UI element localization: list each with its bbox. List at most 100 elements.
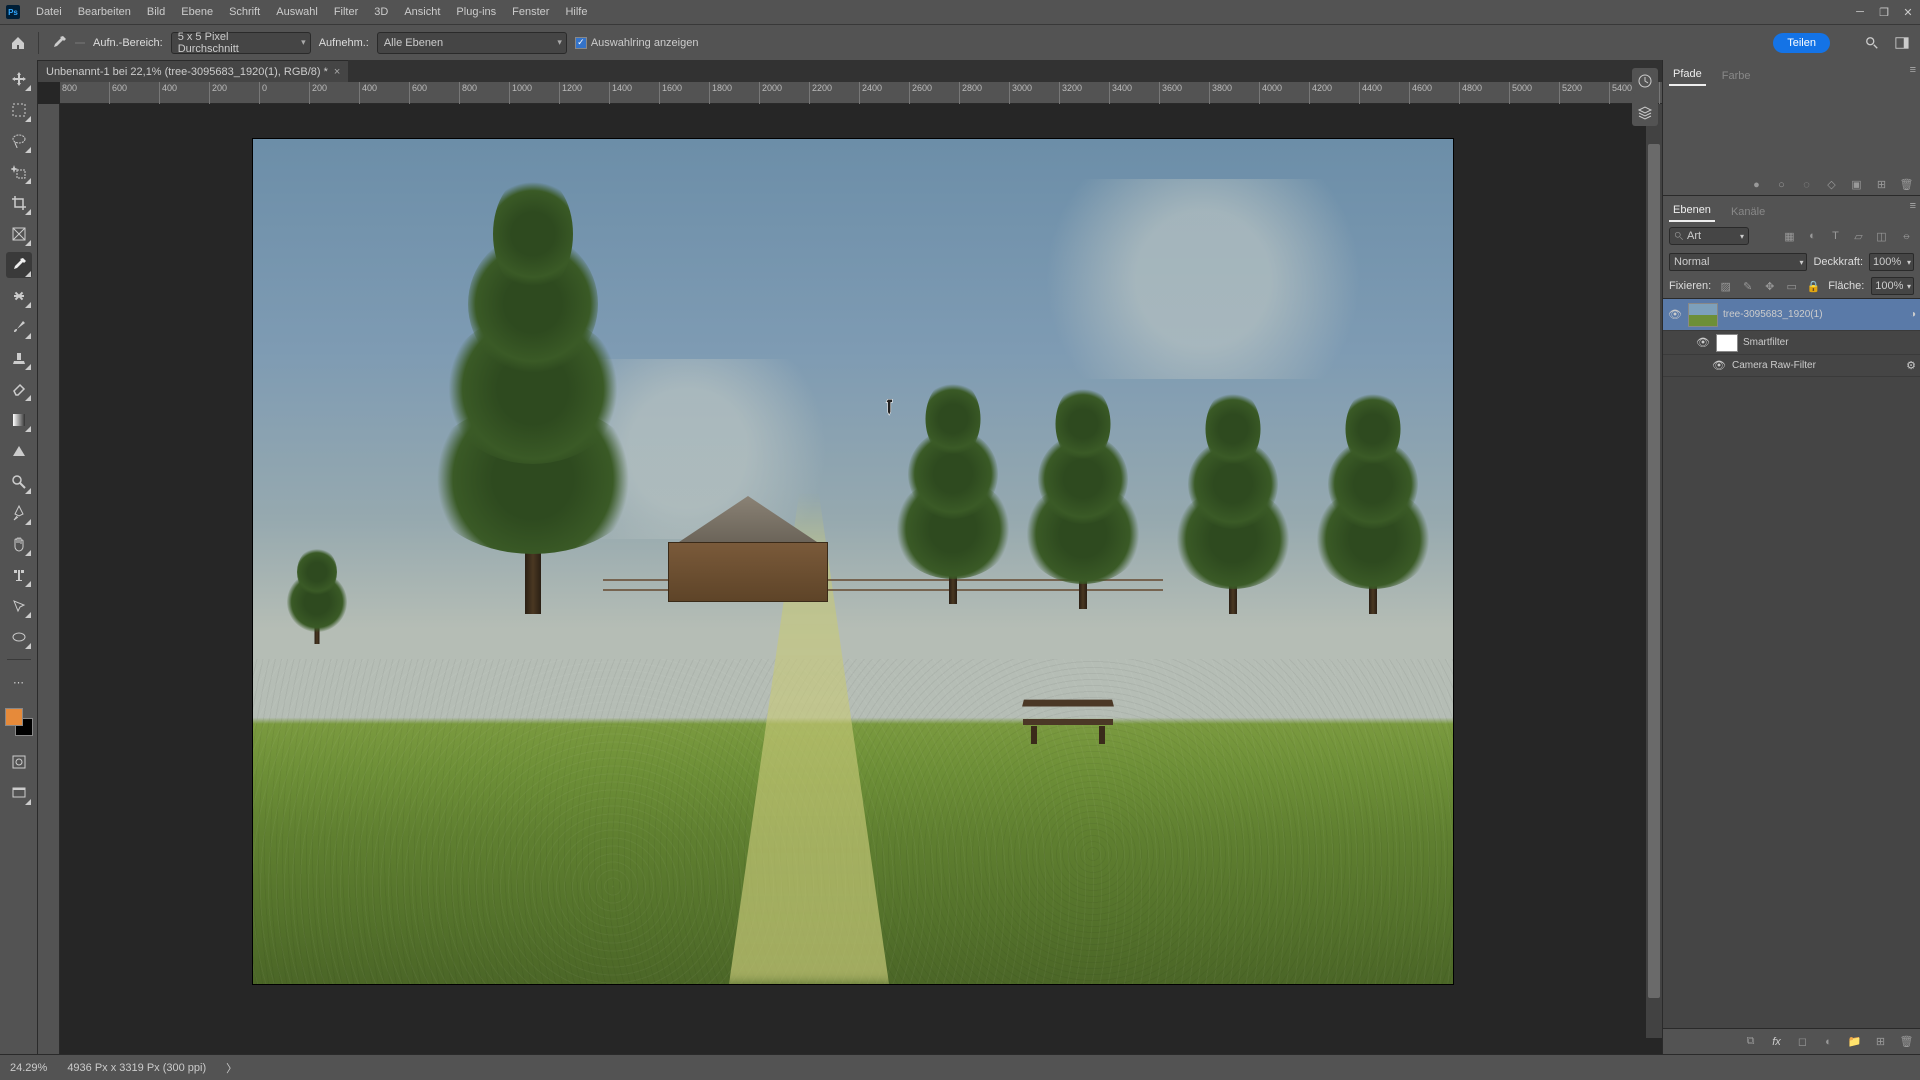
vertical-scrollbar[interactable] [1646,104,1662,1038]
color-swatches[interactable] [5,708,33,736]
status-arrow-icon[interactable]: 〉 [226,1060,237,1076]
menu-hilfe[interactable]: Hilfe [557,0,595,24]
menu-filter[interactable]: Filter [326,0,366,24]
frame-tool[interactable] [6,221,32,247]
share-button[interactable]: Teilen [1773,33,1830,53]
zoom-level[interactable]: 24.29% [10,1062,47,1074]
smartfilter-visibility-icon[interactable]: 👁 [1695,336,1711,349]
lock-artboard-icon[interactable]: ▭ [1784,279,1799,294]
vertical-ruler[interactable] [38,104,60,1054]
home-button[interactable] [6,31,30,55]
type-tool[interactable] [6,562,32,588]
menu-plugins[interactable]: Plug-ins [448,0,504,24]
canvas-viewport[interactable] [60,104,1646,1038]
ebenen-tab[interactable]: Ebenen [1669,200,1715,222]
lock-transparent-icon[interactable]: ▨ [1718,279,1733,294]
kanale-tab[interactable]: Kanäle [1727,202,1769,222]
layer-group-icon[interactable]: 📁 [1847,1034,1862,1049]
document-info[interactable]: 4936 Px x 3319 Px (300 ppi) [67,1062,206,1074]
farbe-tab[interactable]: Farbe [1718,66,1755,86]
filter-adjustment-icon[interactable]: ◐ [1805,229,1820,244]
quick-selection-tool[interactable] [6,159,32,185]
layer-visibility-icon[interactable]: 👁 [1667,308,1683,321]
libraries-panel-icon[interactable] [1632,100,1658,126]
filter-visibility-icon[interactable]: 👁 [1711,359,1727,372]
close-tab-icon[interactable]: × [334,66,340,78]
document-tab[interactable]: Unbenannt-1 bei 22,1% (tree-3095683_1920… [38,60,348,82]
layer-name[interactable]: tree-3095683_1920(1) [1723,309,1823,320]
lock-position-icon[interactable]: ✥ [1762,279,1777,294]
menu-datei[interactable]: Datei [28,0,70,24]
layer-filter-dropdown[interactable]: Art ▾ [1669,227,1749,245]
filter-pixel-icon[interactable]: ▦ [1782,229,1797,244]
filter-toggle-icon[interactable]: ⦵ [1899,229,1914,244]
lock-image-icon[interactable]: ✎ [1740,279,1755,294]
stroke-path-icon[interactable]: ○ [1774,177,1789,192]
marquee-tool[interactable] [6,97,32,123]
edit-toolbar[interactable]: ⋯ [6,669,32,695]
workspace-button[interactable] [1890,31,1914,55]
eyedropper-tool-icon[interactable] [47,31,71,55]
layer-thumbnail[interactable] [1688,303,1718,327]
quick-mask-mode[interactable] [6,749,32,775]
menu-bild[interactable]: Bild [139,0,173,24]
add-mask-icon[interactable]: ▣ [1849,177,1864,192]
new-layer-icon[interactable]: ⊞ [1873,1034,1888,1049]
filter-shape-icon[interactable]: ▱ [1851,229,1866,244]
sample-size-dropdown[interactable]: 5 x 5 Pixel Durchschnitt [171,32,311,54]
delete-path-icon[interactable]: 🗑 [1899,177,1914,192]
eraser-tool[interactable] [6,376,32,402]
filter-smart-icon[interactable]: ◫ [1874,229,1889,244]
menu-schrift[interactable]: Schrift [221,0,268,24]
menu-ebene[interactable]: Ebene [173,0,221,24]
adjustment-layer-icon[interactable]: ◐ [1821,1034,1836,1049]
link-layers-icon[interactable]: ⧉ [1743,1034,1758,1049]
menu-bearbeiten[interactable]: Bearbeiten [70,0,139,24]
layer-row[interactable]: 👁 tree-3095683_1920(1) ◑ [1663,299,1920,331]
search-button[interactable] [1860,31,1884,55]
selection-to-path-icon[interactable]: ◇ [1824,177,1839,192]
fill-input[interactable]: 100% [1871,277,1914,295]
delete-layer-icon[interactable]: 🗑 [1899,1034,1914,1049]
filter-options-icon[interactable]: ⚙ [1906,359,1916,372]
eyedropper-tool[interactable] [6,252,32,278]
lock-all-icon[interactable]: 🔒 [1806,279,1821,294]
layer-style-icon[interactable]: fx [1769,1034,1784,1049]
triangle-tool[interactable] [6,438,32,464]
brush-tool[interactable] [6,314,32,340]
horizontal-ruler[interactable]: 8006004002000200400600800100012001400160… [60,82,1662,104]
history-panel-icon[interactable] [1632,68,1658,94]
menu-3d[interactable]: 3D [366,0,396,24]
pfade-panel-menu-icon[interactable]: ≡ [1910,64,1916,76]
new-path-icon[interactable]: ⊞ [1874,177,1889,192]
ebenen-panel-menu-icon[interactable]: ≡ [1910,200,1916,212]
menu-ansicht[interactable]: Ansicht [396,0,448,24]
sample-dropdown[interactable]: Alle Ebenen [377,32,567,54]
crop-tool[interactable] [6,190,32,216]
clone-stamp-tool[interactable] [6,345,32,371]
filter-type-icon[interactable]: T [1828,229,1843,244]
gradient-tool[interactable] [6,407,32,433]
fill-path-icon[interactable]: ● [1749,177,1764,192]
smartfilter-mask-thumbnail[interactable] [1716,334,1738,352]
menu-fenster[interactable]: Fenster [504,0,557,24]
blend-mode-dropdown[interactable]: Normal [1669,253,1807,271]
lasso-tool[interactable] [6,128,32,154]
close-button[interactable]: ✕ [1896,0,1920,24]
layer-mask-icon[interactable]: ◻ [1795,1034,1810,1049]
screen-mode[interactable] [6,780,32,806]
opacity-input[interactable]: 100% [1869,253,1914,271]
path-to-selection-icon[interactable]: ◌ [1799,177,1814,192]
hand-tool[interactable] [6,531,32,557]
move-tool[interactable] [6,66,32,92]
path-selection-tool[interactable] [6,593,32,619]
healing-brush-tool[interactable] [6,283,32,309]
smartfilter-row[interactable]: 👁 Smartfilter [1663,331,1920,355]
foreground-color[interactable] [5,708,23,726]
menu-auswahl[interactable]: Auswahl [268,0,326,24]
minimize-button[interactable]: ─ [1848,0,1872,24]
dodge-tool[interactable] [6,469,32,495]
ellipse-tool[interactable] [6,624,32,650]
show-sampling-ring-checkbox[interactable]: ✓Auswahlring anzeigen [575,37,699,49]
pfade-tab[interactable]: Pfade [1669,64,1706,86]
